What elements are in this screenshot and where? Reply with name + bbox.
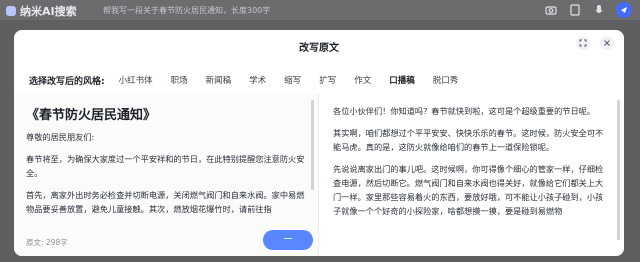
send-button[interactable]: [616, 2, 632, 18]
word-count: 原文: 298字: [26, 238, 68, 247]
original-text-panel: 《春节防火居民通知》 尊敬的居民朋友们: 春节将至，为确保大家度过一个平安祥和的…: [14, 94, 319, 256]
style-option-press-release[interactable]: 新闻稿: [206, 74, 232, 86]
style-option-broadcast-script[interactable]: 口播稿: [389, 74, 415, 86]
expand-icon[interactable]: [576, 36, 590, 50]
style-option-talk-show[interactable]: 脱口秀: [433, 74, 459, 86]
rewritten-paragraph: 其实啊，咱们都想过个平平安安、快快乐乐的春节。这时候，防火安全可不能马虎。真的是…: [333, 128, 604, 152]
style-selector: 选择改写后的风格: 小红书体 职场 新闻稿 学术 缩写 扩写 作文 口播稿 脱口…: [29, 71, 476, 89]
app-logo-icon: [6, 6, 16, 16]
search-input[interactable]: 帮我写一段关于春节防火居民通知，长度300字: [103, 5, 270, 16]
style-option-academic[interactable]: 学术: [249, 74, 266, 86]
style-option-workplace[interactable]: 职场: [171, 74, 188, 86]
original-title: 《春节防火居民通知》: [26, 108, 157, 123]
style-option-xiaohongshu[interactable]: 小红书体: [119, 74, 153, 86]
close-icon[interactable]: [600, 36, 614, 50]
rewritten-scrollbar[interactable]: [617, 100, 620, 240]
search-toolbar: [544, 2, 632, 18]
rewritten-text-panel: 各位小伙伴们！你知道吗？春节就快到啦，这可是个超级重要的节日呢。 其实啊，咱们都…: [319, 94, 624, 256]
rewritten-paragraph: 各位小伙伴们！你知道吗？春节就快到啦，这可是个超级重要的节日呢。: [333, 106, 596, 116]
microphone-icon[interactable]: [592, 3, 606, 17]
style-selector-label: 选择改写后的风格:: [29, 76, 105, 87]
style-option-essay[interactable]: 作文: [354, 74, 371, 86]
modal-title: 改写原文: [299, 43, 339, 54]
app-brand[interactable]: 纳米AI搜索: [6, 3, 77, 19]
app-name: 纳米AI搜索: [20, 5, 77, 18]
original-paragraph: 尊敬的居民朋友们:: [26, 132, 95, 142]
original-footer: 原文: 298字 一: [14, 230, 318, 256]
rewrite-button[interactable]: 一: [263, 230, 313, 250]
style-option-expand[interactable]: 扩写: [319, 74, 336, 86]
modal-controls: [576, 36, 614, 50]
document-icon[interactable]: [568, 3, 582, 17]
camera-icon[interactable]: [544, 3, 558, 17]
original-scrollbar[interactable]: [311, 100, 314, 190]
style-option-abbreviate[interactable]: 缩写: [284, 74, 301, 86]
app-topbar: 纳米AI搜索 帮我写一段关于春节防火居民通知，长度300字: [0, 0, 640, 20]
original-paragraph: 春节将至，为确保大家度过一个平安祥和的节日，在此特别提醒您注意防火安全。: [26, 154, 305, 178]
rewritten-paragraph: 先说说离家出门的事儿吧。这时候啊，你可得像个细心的管家一样，仔细检查电源，然后切…: [333, 164, 604, 216]
original-paragraph: 首先，离家外出时务必检查并切断电源，关闭燃气阀门和自来水阀。家中易燃物品要妥善放…: [26, 190, 305, 214]
rewrite-modal: 改写原文 选择改写后的风格: 小红书体 职场 新闻稿 学术 缩写 扩写 作文 口…: [14, 30, 624, 256]
